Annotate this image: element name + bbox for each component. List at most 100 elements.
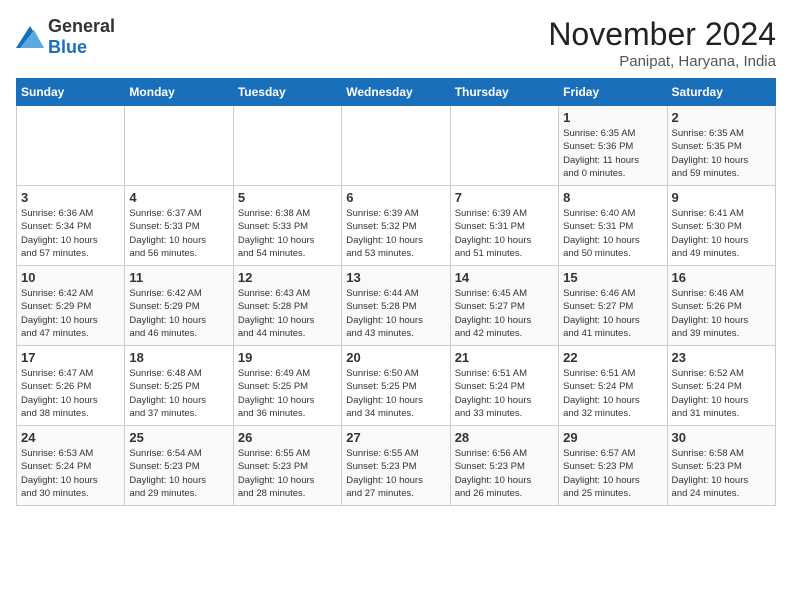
cell-info: Sunrise: 6:37 AM Sunset: 5:33 PM Dayligh… [129, 207, 228, 260]
calendar-cell: 3 Sunrise: 6:36 AM Sunset: 5:34 PM Daylig… [17, 186, 125, 266]
day-number: 12 [238, 270, 337, 285]
cell-info: Sunrise: 6:55 AM Sunset: 5:23 PM Dayligh… [238, 447, 337, 500]
cell-info: Sunrise: 6:53 AM Sunset: 5:24 PM Dayligh… [21, 447, 120, 500]
header-day: Wednesday [342, 79, 450, 106]
calendar-cell: 7 Sunrise: 6:39 AM Sunset: 5:31 PM Daylig… [450, 186, 558, 266]
header-day: Sunday [17, 79, 125, 106]
calendar-cell: 6 Sunrise: 6:39 AM Sunset: 5:32 PM Daylig… [342, 186, 450, 266]
day-number: 18 [129, 350, 228, 365]
logo-blue: Blue [48, 37, 87, 57]
month-title: November 2024 [548, 16, 776, 53]
cell-info: Sunrise: 6:41 AM Sunset: 5:30 PM Dayligh… [672, 207, 771, 260]
calendar-cell: 8 Sunrise: 6:40 AM Sunset: 5:31 PM Daylig… [559, 186, 667, 266]
calendar-cell: 27 Sunrise: 6:55 AM Sunset: 5:23 PM Dayli… [342, 426, 450, 506]
cell-info: Sunrise: 6:35 AM Sunset: 5:35 PM Dayligh… [672, 127, 771, 180]
cell-info: Sunrise: 6:44 AM Sunset: 5:28 PM Dayligh… [346, 287, 445, 340]
cell-info: Sunrise: 6:38 AM Sunset: 5:33 PM Dayligh… [238, 207, 337, 260]
calendar-cell [450, 106, 558, 186]
calendar-cell: 14 Sunrise: 6:45 AM Sunset: 5:27 PM Dayli… [450, 266, 558, 346]
cell-info: Sunrise: 6:46 AM Sunset: 5:26 PM Dayligh… [672, 287, 771, 340]
calendar-cell: 22 Sunrise: 6:51 AM Sunset: 5:24 PM Dayli… [559, 346, 667, 426]
day-number: 2 [672, 110, 771, 125]
location: Panipat, Haryana, India [548, 53, 776, 70]
cell-info: Sunrise: 6:46 AM Sunset: 5:27 PM Dayligh… [563, 287, 662, 340]
calendar-cell: 23 Sunrise: 6:52 AM Sunset: 5:24 PM Dayli… [667, 346, 775, 426]
day-number: 17 [21, 350, 120, 365]
calendar-cell: 16 Sunrise: 6:46 AM Sunset: 5:26 PM Dayli… [667, 266, 775, 346]
day-number: 15 [563, 270, 662, 285]
cell-info: Sunrise: 6:49 AM Sunset: 5:25 PM Dayligh… [238, 367, 337, 420]
day-number: 4 [129, 190, 228, 205]
cell-info: Sunrise: 6:43 AM Sunset: 5:28 PM Dayligh… [238, 287, 337, 340]
calendar-cell: 5 Sunrise: 6:38 AM Sunset: 5:33 PM Daylig… [233, 186, 341, 266]
cell-info: Sunrise: 6:39 AM Sunset: 5:31 PM Dayligh… [455, 207, 554, 260]
cell-info: Sunrise: 6:51 AM Sunset: 5:24 PM Dayligh… [455, 367, 554, 420]
day-number: 9 [672, 190, 771, 205]
calendar-week: 10 Sunrise: 6:42 AM Sunset: 5:29 PM Dayli… [17, 266, 776, 346]
calendar-cell: 4 Sunrise: 6:37 AM Sunset: 5:33 PM Daylig… [125, 186, 233, 266]
calendar-cell [17, 106, 125, 186]
cell-info: Sunrise: 6:50 AM Sunset: 5:25 PM Dayligh… [346, 367, 445, 420]
day-number: 27 [346, 430, 445, 445]
page-header: General Blue November 2024 Panipat, Hary… [16, 16, 776, 70]
calendar-cell [233, 106, 341, 186]
calendar-cell: 19 Sunrise: 6:49 AM Sunset: 5:25 PM Dayli… [233, 346, 341, 426]
cell-info: Sunrise: 6:54 AM Sunset: 5:23 PM Dayligh… [129, 447, 228, 500]
header-day: Thursday [450, 79, 558, 106]
calendar-week: 24Sunrise: 6:53 AM Sunset: 5:24 PM Dayli… [17, 426, 776, 506]
day-number: 29 [563, 430, 662, 445]
cell-info: Sunrise: 6:35 AM Sunset: 5:36 PM Dayligh… [563, 127, 662, 180]
cell-info: Sunrise: 6:42 AM Sunset: 5:29 PM Dayligh… [129, 287, 228, 340]
calendar-cell: 12 Sunrise: 6:43 AM Sunset: 5:28 PM Dayli… [233, 266, 341, 346]
calendar-week: 17Sunrise: 6:47 AM Sunset: 5:26 PM Dayli… [17, 346, 776, 426]
calendar-cell: 25Sunrise: 6:54 AM Sunset: 5:23 PM Dayli… [125, 426, 233, 506]
day-number: 16 [672, 270, 771, 285]
day-number: 21 [455, 350, 554, 365]
cell-info: Sunrise: 6:57 AM Sunset: 5:23 PM Dayligh… [563, 447, 662, 500]
calendar-cell: 13 Sunrise: 6:44 AM Sunset: 5:28 PM Dayli… [342, 266, 450, 346]
day-number: 11 [129, 270, 228, 285]
calendar-week: 3 Sunrise: 6:36 AM Sunset: 5:34 PM Daylig… [17, 186, 776, 266]
day-number: 22 [563, 350, 662, 365]
header-day: Saturday [667, 79, 775, 106]
header-day: Tuesday [233, 79, 341, 106]
day-number: 13 [346, 270, 445, 285]
cell-info: Sunrise: 6:55 AM Sunset: 5:23 PM Dayligh… [346, 447, 445, 500]
cell-info: Sunrise: 6:48 AM Sunset: 5:25 PM Dayligh… [129, 367, 228, 420]
day-number: 5 [238, 190, 337, 205]
calendar-cell [125, 106, 233, 186]
cell-info: Sunrise: 6:58 AM Sunset: 5:23 PM Dayligh… [672, 447, 771, 500]
cell-info: Sunrise: 6:51 AM Sunset: 5:24 PM Dayligh… [563, 367, 662, 420]
calendar-header: SundayMondayTuesdayWednesdayThursdayFrid… [17, 79, 776, 106]
calendar-cell: 9 Sunrise: 6:41 AM Sunset: 5:30 PM Daylig… [667, 186, 775, 266]
header-day: Friday [559, 79, 667, 106]
day-number: 7 [455, 190, 554, 205]
header-row: SundayMondayTuesdayWednesdayThursdayFrid… [17, 79, 776, 106]
day-number: 8 [563, 190, 662, 205]
cell-info: Sunrise: 6:52 AM Sunset: 5:24 PM Dayligh… [672, 367, 771, 420]
day-number: 14 [455, 270, 554, 285]
day-number: 6 [346, 190, 445, 205]
calendar-cell: 29 Sunrise: 6:57 AM Sunset: 5:23 PM Dayli… [559, 426, 667, 506]
day-number: 10 [21, 270, 120, 285]
day-number: 23 [672, 350, 771, 365]
day-number: 1 [563, 110, 662, 125]
calendar-cell: 20Sunrise: 6:50 AM Sunset: 5:25 PM Dayli… [342, 346, 450, 426]
day-number: 19 [238, 350, 337, 365]
logo: General Blue [16, 16, 115, 58]
cell-info: Sunrise: 6:36 AM Sunset: 5:34 PM Dayligh… [21, 207, 120, 260]
cell-info: Sunrise: 6:40 AM Sunset: 5:31 PM Dayligh… [563, 207, 662, 260]
calendar-cell: 24Sunrise: 6:53 AM Sunset: 5:24 PM Dayli… [17, 426, 125, 506]
logo-general: General [48, 16, 115, 36]
calendar-table: SundayMondayTuesdayWednesdayThursdayFrid… [16, 78, 776, 506]
day-number: 30 [672, 430, 771, 445]
calendar-body: 1 Sunrise: 6:35 AM Sunset: 5:36 PM Daylig… [17, 106, 776, 506]
cell-info: Sunrise: 6:39 AM Sunset: 5:32 PM Dayligh… [346, 207, 445, 260]
title-block: November 2024 Panipat, Haryana, India [548, 16, 776, 70]
calendar-cell: 2 Sunrise: 6:35 AM Sunset: 5:35 PM Daylig… [667, 106, 775, 186]
day-number: 3 [21, 190, 120, 205]
calendar-cell: 30 Sunrise: 6:58 AM Sunset: 5:23 PM Dayli… [667, 426, 775, 506]
day-number: 26 [238, 430, 337, 445]
cell-info: Sunrise: 6:45 AM Sunset: 5:27 PM Dayligh… [455, 287, 554, 340]
calendar-cell: 18 Sunrise: 6:48 AM Sunset: 5:25 PM Dayli… [125, 346, 233, 426]
